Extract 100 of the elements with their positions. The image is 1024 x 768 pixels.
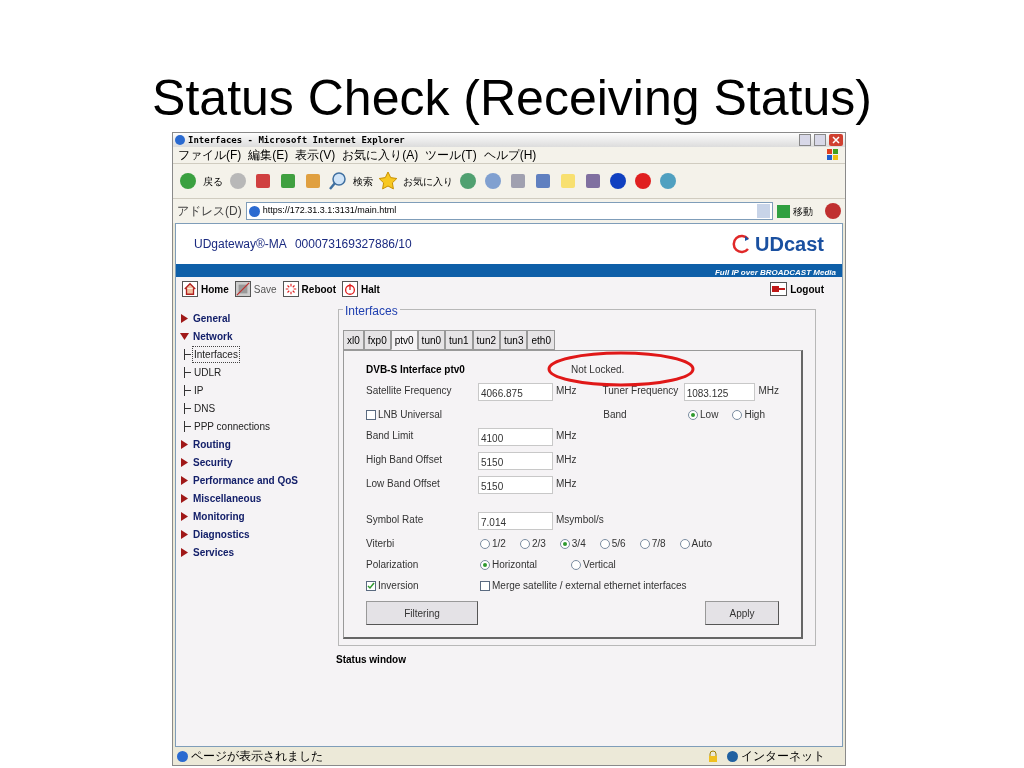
field-label: Polarization xyxy=(366,558,420,572)
radio-button[interactable] xyxy=(480,538,490,549)
form-button[interactable]: Filtering xyxy=(366,601,478,625)
go-button[interactable]: 移動 xyxy=(777,203,813,219)
sidebar-item[interactable]: Routing xyxy=(193,436,231,452)
sidebar-item[interactable]: Security xyxy=(193,454,233,470)
radio-label: Auto xyxy=(691,537,713,551)
checkbox[interactable] xyxy=(366,580,376,591)
checkbox-label: Merge satellite / external ethernet interfaces xyxy=(492,579,687,593)
sidebar-item[interactable]: General xyxy=(193,310,231,326)
radio-button[interactable] xyxy=(679,538,690,549)
tab[interactable]: ptv0 xyxy=(390,330,418,350)
radio-button[interactable] xyxy=(599,538,610,549)
right-triangle-icon[interactable] xyxy=(180,529,189,539)
toolbar-action[interactable]: Home xyxy=(182,281,229,297)
menu-item[interactable]: ツール(T) xyxy=(425,146,477,164)
sidebar-subitem[interactable]: PPP connections xyxy=(192,417,272,435)
sidebar-item[interactable]: Diagnostics xyxy=(193,526,250,542)
unit-label: MHz xyxy=(556,477,577,491)
tab[interactable]: xl0 xyxy=(343,330,364,350)
field-label: Symbol Rate xyxy=(366,513,425,527)
minimize-button[interactable] xyxy=(799,134,811,146)
radio-label: 7/8 xyxy=(651,537,666,551)
menu-item[interactable]: 表示(V) xyxy=(295,146,336,164)
down-triangle-icon[interactable] xyxy=(180,331,189,341)
input-field[interactable]: 4100 xyxy=(478,428,553,446)
close-icon[interactable] xyxy=(829,134,843,146)
sidebar-item[interactable]: Performance and QoS xyxy=(193,472,299,488)
field-label: Band xyxy=(603,408,628,422)
lock-status: Not Locked. xyxy=(571,362,625,377)
tab[interactable]: tun2 xyxy=(472,330,500,350)
back-label[interactable]: 戻る xyxy=(203,173,223,189)
radio-label: 1/2 xyxy=(492,537,506,551)
tab[interactable]: tun3 xyxy=(500,330,528,350)
right-triangle-icon[interactable] xyxy=(180,439,189,449)
tab[interactable]: tun1 xyxy=(445,330,473,350)
star-icon[interactable] xyxy=(378,171,398,191)
search-icon[interactable] xyxy=(328,171,348,191)
form-button[interactable]: Apply xyxy=(705,601,779,625)
unit-label: Msymbol/s xyxy=(556,513,604,527)
radio-label: Low xyxy=(700,408,719,422)
padlock-icon xyxy=(708,750,718,762)
unit-label: MHz xyxy=(556,384,577,398)
radio-button[interactable] xyxy=(688,409,699,420)
menu-item[interactable]: 編集(E) xyxy=(248,146,289,164)
field-label: High Band Offset xyxy=(366,453,443,467)
radio-button[interactable] xyxy=(732,409,743,420)
sidebar-item[interactable]: Services xyxy=(193,544,235,560)
right-triangle-icon[interactable] xyxy=(180,313,189,323)
status-window-label: Status window xyxy=(336,653,407,667)
tab[interactable]: fxp0 xyxy=(363,330,391,350)
right-triangle-icon[interactable] xyxy=(180,493,189,503)
address-field[interactable]: https://172.31.3.1:3131/main.html xyxy=(245,202,773,220)
sidebar-subitem[interactable]: DNS xyxy=(192,399,218,417)
input-field[interactable]: 4066.875 xyxy=(478,383,553,401)
search-label[interactable]: 検索 xyxy=(353,173,373,189)
logout-link[interactable]: Logout xyxy=(770,281,824,297)
input-field[interactable]: 5150 xyxy=(478,452,553,470)
field-label: Low Band Offset xyxy=(366,477,441,491)
field-label: Viterbi xyxy=(366,537,396,551)
sidebar-subitem[interactable]: Interfaces xyxy=(192,345,240,363)
maximize-button[interactable] xyxy=(814,134,826,146)
tagline: Full IP over BROADCAST Media xyxy=(714,268,836,277)
toolbar-action[interactable]: Halt xyxy=(342,281,380,297)
sidebar-subitem[interactable]: IP xyxy=(192,381,206,399)
radio-label: 3/4 xyxy=(571,537,586,551)
sidebar-item[interactable]: Monitoring xyxy=(193,508,245,524)
right-triangle-icon[interactable] xyxy=(180,511,189,521)
toolbar-action[interactable]: Reboot xyxy=(282,281,337,297)
radio-button[interactable] xyxy=(480,559,490,570)
serial-number: 000073169327886/10 xyxy=(294,236,412,253)
sidebar-item[interactable]: Miscellaneous xyxy=(193,490,262,506)
power-icon xyxy=(342,281,359,297)
sidebar-subitem[interactable]: UDLR xyxy=(192,363,224,381)
sidebar-item[interactable]: Network xyxy=(193,328,233,344)
right-triangle-icon[interactable] xyxy=(180,547,189,557)
radio-label: Vertical xyxy=(583,558,616,572)
menu-item[interactable]: お気に入り(A) xyxy=(342,146,419,164)
input-field[interactable]: 5150 xyxy=(478,476,553,494)
radio-button[interactable] xyxy=(559,538,570,549)
address-label: アドレス(D) xyxy=(177,203,242,220)
menu-item[interactable]: ファイル(F) xyxy=(178,146,242,164)
right-triangle-icon[interactable] xyxy=(180,475,189,485)
input-field[interactable]: 1083.125 xyxy=(683,383,756,401)
slide-title: Status Check (Receiving Status) xyxy=(152,69,872,128)
radio-button[interactable] xyxy=(571,559,582,570)
field-label: Band Limit xyxy=(366,429,415,443)
udcast-logo: UDcast xyxy=(730,229,824,259)
radio-button[interactable] xyxy=(639,538,650,549)
tab[interactable]: tun0 xyxy=(417,330,446,350)
checkbox[interactable] xyxy=(480,580,490,591)
right-triangle-icon[interactable] xyxy=(180,457,189,467)
unit-label: MHz xyxy=(556,453,577,467)
checkbox[interactable] xyxy=(366,409,376,420)
tab[interactable]: eth0 xyxy=(527,330,555,350)
radio-button[interactable] xyxy=(519,538,530,549)
status-text: ページが表示されました xyxy=(191,748,324,765)
menu-item[interactable]: ヘルプ(H) xyxy=(483,146,537,164)
favorites-label[interactable]: お気に入り xyxy=(403,173,453,189)
input-field[interactable]: 7.014 xyxy=(478,512,553,530)
